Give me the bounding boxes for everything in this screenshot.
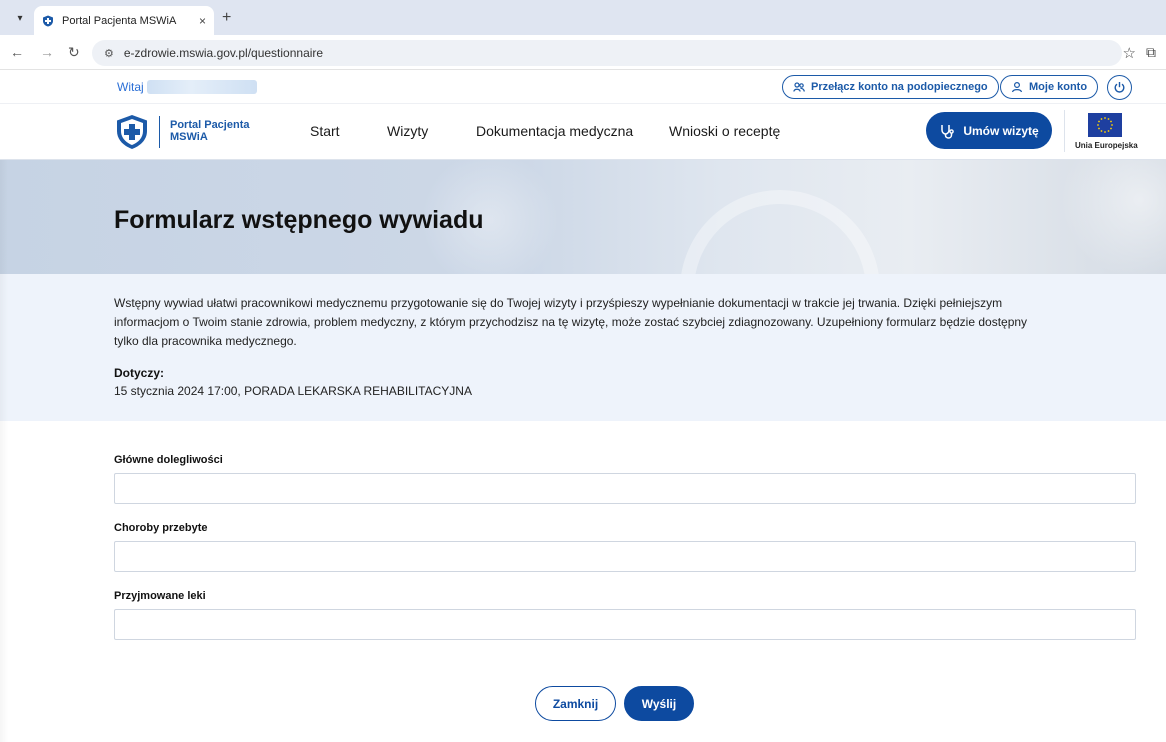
book-visit-label: Umów wizytę: [963, 123, 1039, 138]
nav-wnioski[interactable]: Wnioski o receptę: [669, 123, 780, 139]
tab-close-icon[interactable]: ×: [199, 14, 206, 28]
field-label-medications: Przyjmowane leki: [114, 590, 206, 602]
browser-tab[interactable]: Portal Pacjenta MSWiA ×: [34, 6, 214, 35]
reload-icon[interactable]: ↻: [68, 44, 80, 61]
concerns-value: 15 stycznia 2024 17:00, PORADA LEKARSKA …: [114, 384, 472, 398]
bookmark-star-icon[interactable]: ☆: [1123, 44, 1136, 62]
user-name-redacted: [147, 80, 257, 94]
my-account-label: Moje konto: [1029, 81, 1088, 93]
stethoscope-icon: [941, 124, 955, 139]
eu-divider: [1064, 110, 1065, 152]
users-icon: [793, 82, 805, 92]
logo-line-2: MSWiA: [170, 131, 208, 143]
account-bar: Witaj Przełącz konto na podopiecznego Mo…: [0, 70, 1166, 104]
eu-stars-icon: [1097, 117, 1113, 133]
eu-flag-icon: [1088, 113, 1122, 137]
greeting-text: Witaj: [117, 80, 144, 94]
logout-button[interactable]: [1107, 75, 1132, 100]
eu-label: Unia Europejska: [1075, 141, 1138, 150]
hero-banner: Formularz wstępnego wywiadu: [0, 160, 1166, 274]
my-account-button[interactable]: Moje konto: [1000, 75, 1099, 99]
back-arrow-icon[interactable]: ←: [10, 44, 24, 60]
new-tab-button[interactable]: +: [222, 9, 231, 27]
browser-tab-bar: ▾ Portal Pacjenta MSWiA × +: [0, 0, 1166, 35]
page-title: Formularz wstępnego wywiadu: [114, 206, 484, 234]
nav-wizyty[interactable]: Wizyty: [387, 123, 428, 139]
page-edge-shadow: [0, 160, 8, 742]
logo-line-1: Portal Pacjenta: [170, 119, 250, 131]
url-field[interactable]: ⚙ e-zdrowie.mswia.gov.pl/questionnaire: [92, 40, 1122, 66]
nav-dokumentacja[interactable]: Dokumentacja medyczna: [476, 123, 633, 139]
nav-start[interactable]: Start: [310, 123, 340, 139]
field-label-past-diseases: Choroby przebyte: [114, 522, 208, 534]
power-icon: [1114, 82, 1125, 93]
medications-input[interactable]: [114, 609, 1136, 640]
url-text: e-zdrowie.mswia.gov.pl/questionnaire: [123, 46, 324, 60]
complaints-input[interactable]: [114, 473, 1136, 504]
switch-account-button[interactable]: Przełącz konto na podopiecznego: [782, 75, 999, 99]
user-icon: [1011, 81, 1023, 93]
field-label-complaints: Główne dolegliwości: [114, 454, 223, 466]
book-visit-button[interactable]: Umów wizytę: [926, 112, 1052, 149]
hero-stethoscope-decoration: [680, 190, 880, 274]
extensions-icon[interactable]: ⧉: [1146, 44, 1156, 61]
tab-list-chevron-icon[interactable]: ▾: [10, 8, 30, 28]
switch-account-label: Przełącz konto na podopiecznego: [811, 81, 988, 93]
tab-title: Portal Pacjenta MSWiA: [62, 14, 177, 27]
submit-button[interactable]: Wyślij: [624, 686, 694, 721]
portal-logo-icon[interactable]: [114, 114, 150, 150]
browser-address-bar: ← → ↻ ⚙ e-zdrowie.mswia.gov.pl/questionn…: [0, 35, 1166, 70]
forward-arrow-icon[interactable]: →: [40, 44, 54, 60]
intro-text: Wstępny wywiad ułatwi pracownikowi medyc…: [114, 296, 1028, 348]
past-diseases-input[interactable]: [114, 541, 1136, 572]
close-button[interactable]: Zamknij: [535, 686, 616, 721]
hero-decoration: [1060, 160, 1166, 274]
logo-divider: [159, 116, 160, 148]
logo-text[interactable]: Portal Pacjenta MSWiA: [170, 119, 249, 143]
site-settings-icon[interactable]: ⚙: [104, 47, 114, 60]
portal-favicon-icon: [43, 15, 53, 26]
concerns-label: Dotyczy:: [114, 366, 165, 380]
main-header: Portal Pacjenta MSWiA Start Wizyty Dokum…: [0, 104, 1166, 160]
intro-section: Wstępny wywiad ułatwi pracownikowi medyc…: [0, 274, 1166, 421]
